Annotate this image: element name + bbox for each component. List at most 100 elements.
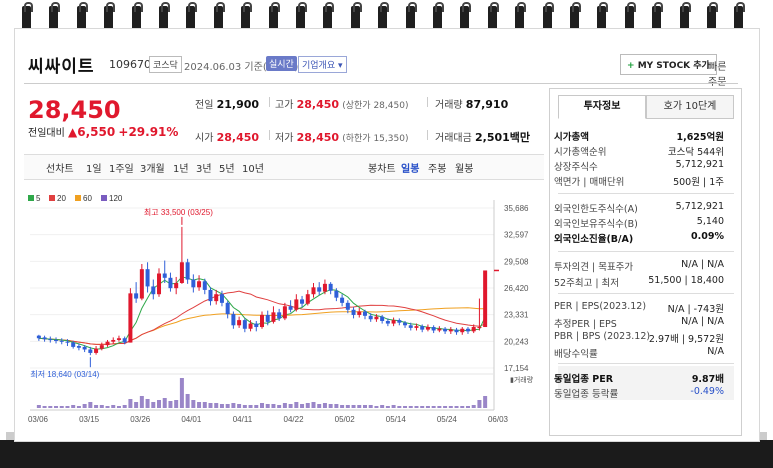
candle-body — [322, 283, 327, 292]
period-1w[interactable]: 1주일 — [109, 160, 134, 175]
y-tick-label: 32,597 — [504, 231, 529, 240]
volume-bar — [385, 406, 390, 408]
volume-bar — [202, 402, 207, 408]
volume-bar — [139, 396, 144, 408]
realtime-badge[interactable]: 실시간 — [266, 56, 297, 71]
info-value: 2.97배 | 9,572원 — [648, 334, 724, 345]
candle-body — [414, 326, 419, 328]
info-label: 시가총액 — [554, 132, 589, 143]
volume: 거래량 87,910 — [435, 98, 509, 111]
price-chart-svg[interactable]: 5 20 60 120 35,686 32,597 29,508 26,420 23,331 20… — [24, 186, 544, 434]
volume-bar — [340, 405, 345, 408]
kind-daily[interactable]: 일봉 — [401, 160, 419, 175]
y-tick-label: 20,243 — [504, 337, 529, 346]
volume-bar — [128, 399, 133, 408]
info-label: 투자의견 | 목표주가 — [554, 262, 634, 273]
tab-invest-info[interactable]: 투자정보 — [558, 95, 646, 119]
candle-body — [317, 287, 322, 292]
x-tick-label: 03/15 — [79, 415, 100, 424]
legend-label: 20 — [57, 194, 66, 203]
candle-body — [448, 329, 453, 332]
volume-bar — [185, 394, 190, 408]
volume-bar — [48, 406, 53, 408]
period-line-chart[interactable]: 선차트 — [46, 160, 74, 175]
candle-body — [36, 335, 41, 339]
candle-body — [380, 316, 385, 321]
candle-body — [208, 289, 213, 302]
volume-bar — [345, 405, 350, 408]
info-row: 52주최고 | 최저 51,500 | 18,400 — [550, 275, 726, 289]
volume-bar — [448, 406, 453, 408]
mystock-add-button[interactable]: + MY STOCK 추가 — [620, 54, 717, 75]
volume-bar — [151, 402, 156, 408]
info-value: N/A | N/A — [681, 316, 724, 327]
info-label: 액면가 | 매매단위 — [554, 177, 625, 188]
info-label: PER | EPS(2023.12) — [554, 301, 647, 312]
volume-bar — [471, 405, 476, 408]
info-value: 코스닥 544위 — [667, 147, 724, 158]
candle-body — [197, 281, 202, 288]
volume-bar — [443, 406, 448, 408]
trade-amount: 거래대금 2,501백만 — [435, 131, 531, 144]
candle-body — [265, 314, 270, 322]
volume-bar — [328, 404, 333, 408]
candle-body — [288, 306, 293, 310]
y-tick-label: 23,331 — [504, 311, 529, 320]
low-price: 저가 28,450 (하한가 15,350) — [275, 131, 409, 144]
volume-bar — [300, 404, 305, 408]
period-3y[interactable]: 3년 — [196, 160, 212, 175]
period-10y[interactable]: 10년 — [242, 160, 264, 175]
tab-hoga[interactable]: 호가 10단계 — [646, 95, 734, 119]
volume-bar — [311, 402, 316, 408]
period-1d[interactable]: 1일 — [86, 160, 102, 175]
candle-body — [311, 287, 316, 295]
candle-body — [162, 273, 167, 278]
info-value: 5,712,921 — [675, 159, 724, 170]
stock-header: 씨싸이트 109670 코스닥 2024.06.03 기준(장마감) 실시간 기… — [14, 52, 734, 99]
volume-bar — [71, 405, 76, 408]
low-annotation: 최저 18,640 (03/14) — [30, 369, 99, 379]
candle-body — [345, 302, 350, 310]
candle-body — [408, 325, 413, 328]
volume-bar — [454, 406, 459, 408]
panel-divider — [558, 363, 734, 364]
candle-body — [128, 293, 133, 343]
info-label: 시가총액순위 — [554, 147, 607, 158]
candle-body — [443, 328, 448, 332]
candle-body — [242, 320, 247, 329]
candle-body — [237, 320, 242, 326]
candle-body — [425, 327, 430, 330]
volume-bar — [237, 404, 242, 408]
price-chart[interactable]: 5 20 60 120 35,686 32,597 29,508 26,420 23,331 20… — [24, 186, 544, 434]
candle-body — [254, 323, 259, 328]
candle-body — [214, 294, 219, 302]
candle-body — [271, 312, 276, 322]
kind-monthly[interactable]: 월봉 — [455, 160, 473, 175]
period-3m[interactable]: 3개월 — [140, 160, 165, 175]
info-label: 배당수익률 — [554, 349, 598, 360]
kind-weekly[interactable]: 주봉 — [428, 160, 446, 175]
kind-candle[interactable]: 봉차트 — [368, 160, 396, 175]
candle-body — [174, 282, 179, 289]
volume-bar — [242, 405, 247, 408]
period-5y[interactable]: 5년 — [219, 160, 235, 175]
price-change: 전일대비 ▲6,550 +29.91% — [28, 125, 179, 139]
info-row: 배당수익률 N/A — [550, 346, 726, 360]
volume-bar — [214, 403, 219, 408]
company-info-button[interactable]: 기업개요 ▾ — [298, 56, 347, 73]
volume-bar — [483, 396, 488, 408]
volume-bar — [460, 406, 465, 408]
period-1y[interactable]: 1년 — [173, 160, 189, 175]
volume-label: ▮거래량 — [510, 375, 534, 384]
candle-body — [54, 339, 59, 341]
candle-body — [374, 316, 379, 320]
volume-bar — [477, 400, 482, 408]
candle-body — [48, 339, 53, 341]
volume-bar — [225, 404, 230, 408]
candle-body — [437, 328, 442, 331]
candle-body — [420, 326, 425, 330]
volume-bar — [105, 406, 110, 408]
info-row: 추정PER | EPS N/A | N/A — [550, 316, 726, 330]
volume-bar — [54, 406, 59, 408]
legend-swatch — [101, 195, 107, 201]
